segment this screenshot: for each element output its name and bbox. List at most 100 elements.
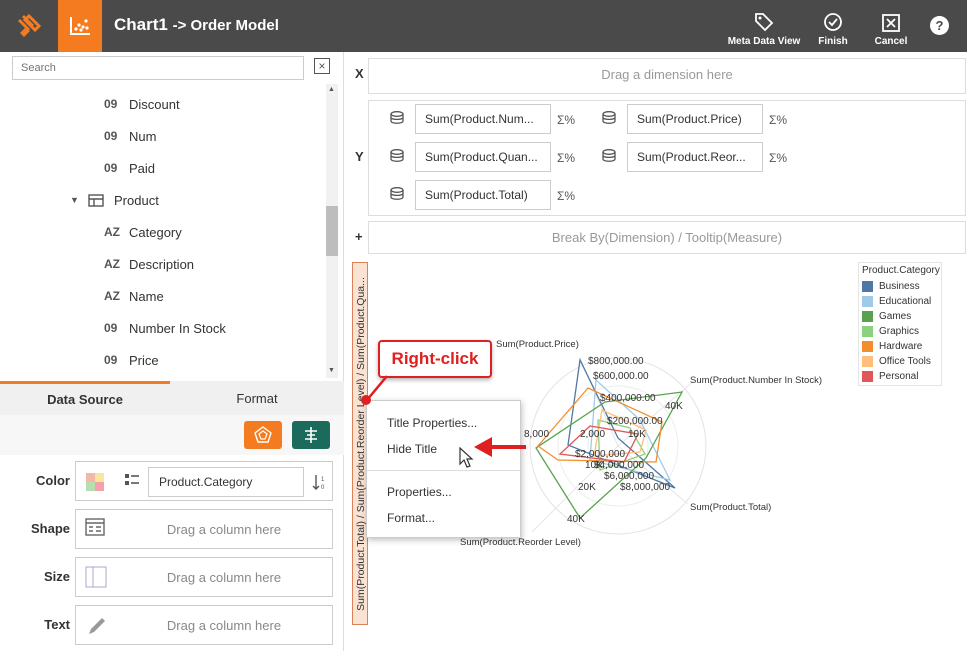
tab-data-source[interactable]: Data Source [0, 381, 170, 415]
measure-db-icon[interactable] [390, 149, 406, 163]
tick-label: $8,000,000 [620, 482, 671, 493]
menu-divider [367, 470, 520, 471]
aggregate-icon[interactable]: Σ% [769, 151, 787, 165]
app-logo[interactable] [0, 0, 58, 52]
menu-item-properties[interactable]: Properties... [387, 485, 452, 499]
legend-item[interactable]: Graphics [862, 326, 919, 337]
legend-list-icon[interactable] [124, 473, 140, 487]
meta-data-view-label: Meta Data View [727, 36, 801, 47]
tree-item-label: Paid [129, 160, 156, 176]
finish-button[interactable]: Finish [814, 5, 852, 47]
panel-tabs: Data Source Format [0, 381, 344, 415]
text-drop-zone[interactable]: Drag a column here [75, 605, 333, 645]
legend-item[interactable]: Personal [862, 371, 918, 382]
measure-db-icon[interactable] [390, 187, 406, 201]
y-measure-reorder[interactable]: Sum(Product.Reor... [627, 142, 763, 172]
tick-label: $600,000.00 [593, 371, 649, 382]
color-label: Color [36, 473, 70, 488]
scroll-up-icon[interactable]: ▲ [328, 86, 335, 93]
check-circle-icon [824, 13, 842, 31]
axis-label-total: Sum(Product.Total) [690, 502, 772, 513]
clear-search-icon[interactable]: × [314, 58, 330, 74]
align-icon [305, 427, 317, 443]
menu-item-format[interactable]: Format... [387, 511, 435, 525]
axis-label-number-in-stock: Sum(Product.Number In Stock) [690, 375, 822, 386]
web-chart-button[interactable] [244, 421, 282, 449]
tick-label: 40K [567, 514, 585, 525]
svg-text:1: 1 [321, 477, 325, 483]
y-measure-num[interactable]: Sum(Product.Num... [415, 104, 551, 134]
tree-item-label: Discount [129, 96, 180, 112]
svg-text:0: 0 [321, 485, 325, 491]
aggregate-icon[interactable]: Σ% [557, 113, 575, 127]
menu-item-hide-title[interactable]: Hide Title [387, 442, 437, 456]
cancel-button[interactable]: Cancel [872, 5, 910, 47]
size-drop-zone[interactable]: Drag a column here [75, 557, 333, 597]
tree-item-label: Number In Stock [129, 320, 226, 336]
tree-item-label: Category [129, 224, 182, 240]
size-label: Size [43, 569, 70, 584]
measure-db-icon[interactable] [390, 111, 406, 125]
x-shelf[interactable]: Drag a dimension here [368, 58, 966, 94]
measure-db-icon[interactable] [602, 111, 618, 125]
tree-item-number-in-stock[interactable]: 09 Number In Stock [104, 318, 226, 338]
y-measure-quantity[interactable]: Sum(Product.Quan... [415, 142, 551, 172]
tree-item-label: Num [129, 128, 157, 144]
tick-label: $800,000.00 [588, 356, 644, 367]
tab-format[interactable]: Format [170, 381, 344, 415]
help-icon[interactable]: ? [930, 16, 949, 35]
tree-item-category[interactable]: AZ Category [104, 222, 182, 242]
axis-label-price: Sum(Product.Price) [496, 339, 579, 350]
legend-item[interactable]: Educational [862, 296, 931, 307]
color-field-value[interactable]: Product.Category [148, 467, 304, 497]
axis-label-reorder-level: Sum(Product.Reorder Level) [460, 537, 581, 548]
aggregate-icon[interactable]: Σ% [769, 113, 787, 127]
shape-drop-zone[interactable]: Drag a column here [75, 509, 333, 549]
legend-item[interactable]: Office Tools [862, 356, 931, 367]
y-measure-total[interactable]: Sum(Product.Total) [415, 180, 551, 210]
chart-name: Chart1 [114, 15, 168, 34]
scroll-down-icon[interactable]: ▼ [328, 367, 335, 374]
caret-down-icon[interactable]: ▼ [70, 195, 88, 205]
legend-item[interactable]: Hardware [862, 341, 922, 352]
tree-item-discount[interactable]: 09 Discount [104, 94, 180, 114]
legend-title: Product.Category [862, 265, 940, 276]
tree-item-product[interactable]: ▼ Product [70, 190, 159, 210]
aggregate-icon[interactable]: Σ% [557, 189, 575, 203]
logo-icon [17, 13, 42, 37]
x-shelf-placeholder: Drag a dimension here [601, 67, 733, 82]
text-placeholder: Drag a column here [166, 618, 282, 633]
tree-scrollbar-thumb[interactable] [326, 206, 338, 256]
search-input[interactable] [12, 56, 304, 80]
menu-item-title-properties[interactable]: Title Properties... [387, 416, 477, 430]
text-type-icon: AZ [104, 225, 120, 239]
layout-button[interactable] [292, 421, 330, 449]
tree-item-description[interactable]: AZ Description [104, 254, 194, 274]
aggregate-icon[interactable]: Σ% [557, 151, 575, 165]
model-name: -> Order Model [172, 17, 279, 34]
color-drop-zone[interactable]: Product.Category 10 [75, 461, 333, 501]
tree-item-paid[interactable]: 09 Paid [104, 158, 155, 178]
tree-item-name[interactable]: AZ Name [104, 286, 164, 306]
tree-item-label: Price [129, 352, 159, 368]
tick-label: 40K [665, 401, 683, 412]
numeric-type-icon: 09 [104, 161, 118, 175]
break-by-shelf[interactable]: Break By(Dimension) / Tooltip(Measure) [368, 221, 966, 254]
finish-label: Finish [818, 36, 848, 47]
annotation-pointer [361, 375, 388, 405]
sort-icon[interactable]: 10 [312, 473, 328, 491]
tick-label: $400,000.00 [600, 393, 656, 404]
numeric-type-icon: 09 [104, 97, 118, 111]
legend-item[interactable]: Games [862, 311, 911, 322]
text-label: Text [44, 617, 70, 632]
chart-type-button[interactable] [58, 0, 102, 52]
measure-db-icon[interactable] [602, 149, 618, 163]
tree-item-price[interactable]: 09 Price [104, 350, 159, 370]
meta-data-view-button[interactable]: Meta Data View [726, 5, 802, 47]
legend-item[interactable]: Business [862, 281, 920, 292]
tree-item-label: Product [114, 192, 159, 208]
tick-label: 10K [585, 460, 603, 471]
tree-item-num[interactable]: 09 Num [104, 126, 156, 146]
y-measure-price[interactable]: Sum(Product.Price) [627, 104, 763, 134]
color-palette-icon[interactable] [85, 472, 105, 492]
